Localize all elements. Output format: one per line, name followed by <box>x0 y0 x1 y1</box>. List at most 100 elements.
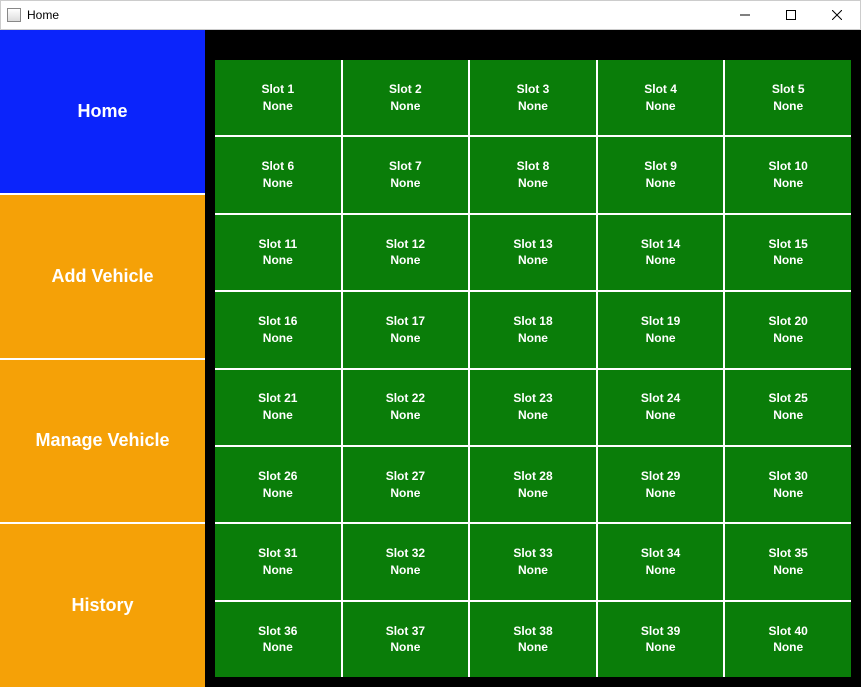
slot-cell[interactable]: Slot 2None <box>343 60 469 135</box>
maximize-button[interactable] <box>768 1 814 29</box>
slot-cell[interactable]: Slot 19None <box>598 292 724 367</box>
slot-name: Slot 19 <box>641 313 680 330</box>
slot-cell[interactable]: Slot 11None <box>215 215 341 290</box>
slot-status: None <box>390 562 420 579</box>
slot-cell[interactable]: Slot 37None <box>343 602 469 677</box>
slot-cell[interactable]: Slot 25None <box>725 370 851 445</box>
main-panel: Slot 1NoneSlot 2NoneSlot 3NoneSlot 4None… <box>205 30 861 687</box>
minimize-button[interactable] <box>722 1 768 29</box>
slot-name: Slot 36 <box>258 623 297 640</box>
slot-cell[interactable]: Slot 8None <box>470 137 596 212</box>
maximize-icon <box>786 10 796 20</box>
slot-cell[interactable]: Slot 29None <box>598 447 724 522</box>
slot-cell[interactable]: Slot 24None <box>598 370 724 445</box>
slot-status: None <box>773 175 803 192</box>
slot-cell[interactable]: Slot 22None <box>343 370 469 445</box>
slot-cell[interactable]: Slot 23None <box>470 370 596 445</box>
nav-home[interactable]: Home <box>0 30 205 195</box>
slot-cell[interactable]: Slot 9None <box>598 137 724 212</box>
slot-status: None <box>518 562 548 579</box>
slot-cell[interactable]: Slot 35None <box>725 524 851 599</box>
slot-name: Slot 9 <box>644 158 677 175</box>
slot-name: Slot 10 <box>769 158 808 175</box>
slot-cell[interactable]: Slot 17None <box>343 292 469 367</box>
slot-cell[interactable]: Slot 13None <box>470 215 596 290</box>
nav-manage-vehicle[interactable]: Manage Vehicle <box>0 360 205 525</box>
slot-name: Slot 13 <box>513 236 552 253</box>
slot-status: None <box>390 252 420 269</box>
slot-cell[interactable]: Slot 33None <box>470 524 596 599</box>
slot-status: None <box>263 485 293 502</box>
slot-name: Slot 5 <box>772 81 805 98</box>
slot-name: Slot 31 <box>258 545 297 562</box>
slot-cell[interactable]: Slot 7None <box>343 137 469 212</box>
slot-cell[interactable]: Slot 14None <box>598 215 724 290</box>
slot-name: Slot 21 <box>258 390 297 407</box>
slot-cell[interactable]: Slot 15None <box>725 215 851 290</box>
nav-history[interactable]: History <box>0 524 205 687</box>
slot-cell[interactable]: Slot 21None <box>215 370 341 445</box>
slot-status: None <box>390 639 420 656</box>
slot-name: Slot 35 <box>769 545 808 562</box>
slot-cell[interactable]: Slot 6None <box>215 137 341 212</box>
nav-add-vehicle[interactable]: Add Vehicle <box>0 195 205 360</box>
slot-cell[interactable]: Slot 40None <box>725 602 851 677</box>
slot-cell[interactable]: Slot 34None <box>598 524 724 599</box>
slot-cell[interactable]: Slot 5None <box>725 60 851 135</box>
slot-status: None <box>773 639 803 656</box>
nav-label: Manage Vehicle <box>35 430 169 451</box>
close-button[interactable] <box>814 1 860 29</box>
slot-name: Slot 29 <box>641 468 680 485</box>
slot-cell[interactable]: Slot 30None <box>725 447 851 522</box>
slot-cell[interactable]: Slot 32None <box>343 524 469 599</box>
slot-status: None <box>263 98 293 115</box>
app-icon <box>7 8 21 22</box>
slot-status: None <box>646 330 676 347</box>
slot-cell[interactable]: Slot 3None <box>470 60 596 135</box>
slot-status: None <box>390 407 420 424</box>
slot-status: None <box>263 407 293 424</box>
slot-name: Slot 28 <box>513 468 552 485</box>
slot-status: None <box>518 98 548 115</box>
slot-cell[interactable]: Slot 12None <box>343 215 469 290</box>
slot-name: Slot 3 <box>517 81 550 98</box>
slot-status: None <box>263 562 293 579</box>
slot-status: None <box>390 330 420 347</box>
slot-cell[interactable]: Slot 4None <box>598 60 724 135</box>
slot-cell[interactable]: Slot 18None <box>470 292 596 367</box>
slot-status: None <box>773 407 803 424</box>
slot-cell[interactable]: Slot 16None <box>215 292 341 367</box>
slot-status: None <box>773 98 803 115</box>
slot-name: Slot 38 <box>513 623 552 640</box>
slot-name: Slot 8 <box>517 158 550 175</box>
slot-status: None <box>518 407 548 424</box>
slot-status: None <box>263 639 293 656</box>
slot-name: Slot 18 <box>513 313 552 330</box>
slot-cell[interactable]: Slot 36None <box>215 602 341 677</box>
slot-name: Slot 15 <box>769 236 808 253</box>
slot-name: Slot 23 <box>513 390 552 407</box>
slot-status: None <box>773 562 803 579</box>
slot-name: Slot 4 <box>644 81 677 98</box>
slot-grid: Slot 1NoneSlot 2NoneSlot 3NoneSlot 4None… <box>215 60 851 677</box>
slot-status: None <box>646 98 676 115</box>
slot-cell[interactable]: Slot 31None <box>215 524 341 599</box>
slot-cell[interactable]: Slot 39None <box>598 602 724 677</box>
slot-name: Slot 26 <box>258 468 297 485</box>
slot-cell[interactable]: Slot 1None <box>215 60 341 135</box>
slot-cell[interactable]: Slot 20None <box>725 292 851 367</box>
slot-status: None <box>518 252 548 269</box>
slot-cell[interactable]: Slot 38None <box>470 602 596 677</box>
slot-status: None <box>518 175 548 192</box>
close-icon <box>832 10 842 20</box>
slot-cell[interactable]: Slot 27None <box>343 447 469 522</box>
slot-status: None <box>646 252 676 269</box>
slot-cell[interactable]: Slot 26None <box>215 447 341 522</box>
slot-name: Slot 17 <box>386 313 425 330</box>
slot-name: Slot 27 <box>386 468 425 485</box>
slot-cell[interactable]: Slot 10None <box>725 137 851 212</box>
slot-cell[interactable]: Slot 28None <box>470 447 596 522</box>
slot-name: Slot 11 <box>258 236 297 253</box>
slot-status: None <box>773 330 803 347</box>
slot-name: Slot 12 <box>386 236 425 253</box>
